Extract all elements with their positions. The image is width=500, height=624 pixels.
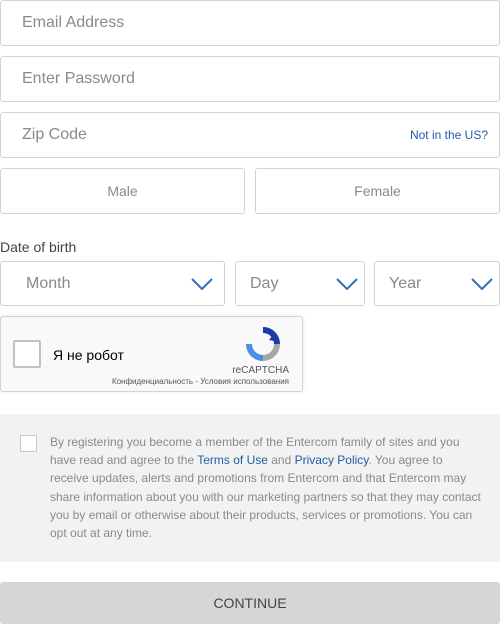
gender-female-button[interactable]: Female	[255, 168, 500, 214]
password-input[interactable]	[1, 57, 499, 101]
continue-button[interactable]: CONTINUE	[0, 582, 500, 624]
recaptcha-privacy-link[interactable]: Конфиденциальность	[112, 377, 193, 386]
chevron-down-icon	[471, 278, 493, 291]
day-select-value: Day	[250, 275, 279, 292]
terms-checkbox[interactable]	[20, 435, 37, 452]
terms-text: By registering you become a member of th…	[50, 433, 482, 542]
recaptcha-links: Конфиденциальность - Условия использован…	[112, 377, 289, 386]
recaptcha-widget: Я не робот reCAPTCHA Конфиденциальность …	[0, 316, 303, 392]
month-select[interactable]: Month	[0, 261, 225, 306]
terms-of-use-link[interactable]: Terms of Use	[197, 453, 268, 467]
year-select-value: Year	[389, 275, 422, 292]
not-in-us-link[interactable]: Not in the US?	[410, 128, 488, 142]
email-field[interactable]	[0, 0, 500, 46]
terms-text-and: and	[267, 453, 295, 468]
email-input[interactable]	[1, 1, 499, 45]
terms-section: By registering you become a member of th…	[0, 414, 500, 562]
recaptcha-label: Я не робот	[53, 347, 124, 363]
recaptcha-checkbox[interactable]	[13, 340, 41, 368]
month-select-value: Month	[26, 275, 71, 292]
recaptcha-logo-icon	[246, 327, 280, 361]
zip-field[interactable]: Not in the US?	[0, 112, 500, 158]
chevron-down-icon	[336, 278, 358, 291]
password-field[interactable]	[0, 56, 500, 102]
recaptcha-brand: reCAPTCHA	[232, 365, 289, 376]
chevron-down-icon	[191, 278, 213, 291]
privacy-policy-link[interactable]: Privacy Policy	[295, 453, 369, 467]
year-select[interactable]: Year	[374, 261, 500, 306]
day-select[interactable]: Day	[235, 261, 365, 306]
gender-male-button[interactable]: Male	[0, 168, 245, 214]
recaptcha-terms-link[interactable]: Условия использования	[200, 377, 289, 386]
dob-label: Date of birth	[0, 239, 77, 255]
